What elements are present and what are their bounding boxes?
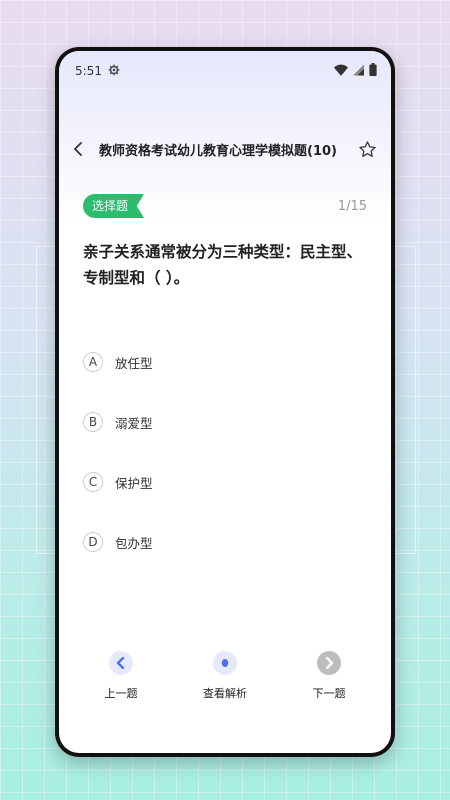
star-icon xyxy=(359,140,376,157)
option-text: 放任型 xyxy=(115,355,153,371)
question-progress: 1/15 xyxy=(337,198,367,214)
bottom-navigation: 上一题 查看解析 下一题 xyxy=(59,651,391,711)
back-button[interactable] xyxy=(73,134,95,164)
chevron-left-circle-icon xyxy=(109,651,133,675)
option-c[interactable]: C 保护型 xyxy=(83,469,367,495)
page-title: 教师资格考试幼儿教育心理学模拟题(10) xyxy=(99,143,337,159)
next-question-label: 下一题 xyxy=(312,687,346,700)
question-type-badge: 选择题 xyxy=(83,194,145,218)
option-letter: D xyxy=(83,532,103,552)
option-letter: A xyxy=(83,352,103,372)
wifi-icon xyxy=(334,64,348,79)
option-text: 保护型 xyxy=(115,475,153,491)
chevron-left-icon xyxy=(74,142,82,156)
option-a[interactable]: A 放任型 xyxy=(83,349,367,375)
view-analysis-label: 查看解析 xyxy=(203,687,247,700)
option-b[interactable]: B 溺爱型 xyxy=(83,409,367,435)
question-meta: 选择题 1/15 xyxy=(83,194,367,218)
view-analysis-button[interactable]: 查看解析 xyxy=(180,651,270,711)
option-text: 溺爱型 xyxy=(115,415,153,431)
battery-icon xyxy=(369,63,377,79)
option-letter: C xyxy=(83,472,103,492)
question-text: 亲子关系通常被分为三种类型：民主型、专制型和（ ）。 xyxy=(83,243,363,287)
next-question-button[interactable]: 下一题 xyxy=(284,651,374,711)
status-time: 5:51 xyxy=(75,64,102,78)
chevron-right-circle-icon xyxy=(317,651,341,675)
phone-screen: 5:51 教师资格考试幼儿教育心理学模拟题(10) 选择题 1/15 亲子关系通… xyxy=(59,51,391,753)
previous-question-button[interactable]: 上一题 xyxy=(76,651,166,711)
option-text: 包办型 xyxy=(115,535,153,551)
phone-frame: 5:51 教师资格考试幼儿教育心理学模拟题(10) 选择题 1/15 亲子关系通… xyxy=(55,47,395,757)
cellular-signal-icon xyxy=(353,64,364,79)
option-d[interactable]: D 包办型 xyxy=(83,529,367,555)
settings-gear-icon xyxy=(108,64,120,79)
options-list: A 放任型 B 溺爱型 C 保护型 D 包办型 xyxy=(83,349,367,589)
option-letter: B xyxy=(83,412,103,432)
status-bar: 5:51 xyxy=(59,51,391,91)
page-header: 教师资格考试幼儿教育心理学模拟题(10) xyxy=(59,131,391,167)
eye-icon xyxy=(213,651,237,675)
favorite-button[interactable] xyxy=(351,134,377,164)
previous-question-label: 上一题 xyxy=(104,687,138,700)
